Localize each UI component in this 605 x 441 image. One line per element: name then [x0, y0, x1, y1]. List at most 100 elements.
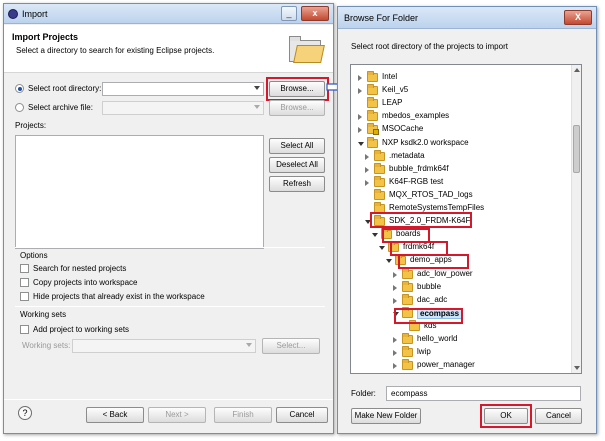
add-working-set-checkbox[interactable] — [20, 325, 29, 334]
folder-icon — [402, 267, 413, 279]
folder-input[interactable]: ecompass — [386, 386, 581, 401]
expanded-triangle-icon[interactable] — [379, 246, 385, 251]
header-description: Select a directory to search for existin… — [16, 46, 215, 55]
tree-item[interactable]: Keil_v5 — [351, 84, 571, 97]
import-titlebar[interactable]: Import _ x — [4, 4, 333, 24]
tree-item[interactable]: hello_world — [351, 333, 571, 346]
tree-item[interactable]: .metadata — [351, 149, 571, 163]
tree-item[interactable]: K64F-RGB test — [351, 175, 571, 189]
folder-input-value: ecompass — [391, 389, 428, 398]
next-button[interactable]: Next > — [148, 407, 206, 423]
browse-description: Select root directory of the projects to… — [351, 42, 508, 51]
collapsed-triangle-icon[interactable] — [393, 271, 397, 278]
import-title: Import — [22, 9, 48, 19]
copy-projects-checkbox[interactable] — [20, 278, 29, 287]
expanded-triangle-icon[interactable] — [386, 259, 392, 264]
root-directory-radio[interactable] — [15, 84, 24, 93]
tree-item[interactable]: MQX_RTOS_TAD_logs — [351, 188, 571, 202]
expanded-triangle-icon[interactable] — [358, 141, 364, 146]
cancel-button[interactable]: Cancel — [276, 407, 328, 423]
scrollbar-thumb[interactable] — [573, 125, 580, 173]
make-new-folder-button[interactable]: Make New Folder — [351, 408, 421, 424]
collapsed-triangle-icon[interactable] — [365, 179, 369, 186]
hide-projects-checkbox[interactable] — [20, 292, 29, 301]
tree-item[interactable]: adc_low_power — [351, 267, 571, 281]
working-sets-combo[interactable] — [72, 339, 256, 353]
tree-item[interactable]: dac_adc — [351, 293, 571, 307]
collapsed-triangle-icon[interactable] — [393, 297, 397, 304]
scroll-down-arrow[interactable] — [574, 366, 580, 370]
collapsed-triangle-icon[interactable] — [393, 363, 397, 370]
browse-cancel-button[interactable]: Cancel — [535, 408, 582, 424]
archive-file-radio[interactable] — [15, 103, 24, 112]
browse-close-button[interactable]: X — [564, 10, 592, 25]
tree-item[interactable]: frdmk64f — [351, 241, 571, 254]
nested-projects-checkbox[interactable] — [20, 264, 29, 273]
close-button[interactable]: x — [301, 6, 329, 21]
collapsed-triangle-icon[interactable] — [358, 75, 362, 81]
help-icon[interactable]: ? — [18, 406, 32, 420]
expanded-triangle-icon[interactable] — [372, 233, 378, 238]
tree-item-label: bubble — [417, 281, 442, 291]
import-dialog: Import _ x Import Projects Select a dire… — [3, 3, 334, 434]
tree-item[interactable]: NXP ksdk2.0 workspace — [351, 136, 571, 150]
collapsed-triangle-icon[interactable] — [358, 114, 362, 121]
options-separator — [15, 247, 325, 248]
collapsed-triangle-icon[interactable] — [393, 284, 397, 291]
tree-item[interactable]: MSOCache — [351, 123, 571, 136]
options-title: Options — [20, 251, 48, 260]
collapsed-triangle-icon[interactable] — [358, 88, 362, 95]
back-button[interactable]: < Back — [86, 407, 144, 423]
tree-item-label: dac_adc — [417, 294, 448, 304]
minimize-button[interactable]: _ — [281, 6, 297, 21]
browse-titlebar[interactable]: Browse For Folder X — [338, 7, 596, 29]
select-all-button[interactable]: Select All — [269, 138, 325, 154]
tree-item[interactable]: bubble_frdmk64f — [351, 162, 571, 176]
tree-item[interactable]: power_manager — [351, 359, 571, 372]
archive-file-label: Select archive file: — [28, 103, 93, 112]
collapsed-triangle-icon[interactable] — [393, 337, 397, 343]
folder-icon — [367, 84, 378, 96]
finish-button[interactable]: Finish — [214, 407, 272, 423]
folder-icon — [367, 110, 378, 122]
folder-wizard-icon — [287, 31, 325, 65]
archive-file-combo[interactable] — [102, 101, 264, 115]
ok-highlight-box — [480, 404, 532, 428]
tree-scrollbar[interactable] — [571, 65, 581, 373]
folder-icon — [374, 162, 385, 174]
folder-icon — [367, 97, 378, 109]
tree-item[interactable]: lwip — [351, 346, 571, 359]
browse-title: Browse For Folder — [344, 13, 419, 23]
tree-item-label: LEAP — [382, 98, 403, 108]
folder-icon — [374, 188, 385, 200]
folder-icon — [402, 293, 413, 305]
highlight-sdk — [370, 212, 472, 228]
scroll-up-arrow[interactable] — [574, 68, 580, 72]
select-working-set-button[interactable]: Select... — [262, 338, 320, 354]
tree-item[interactable]: bubble — [351, 280, 571, 294]
folder-icon — [402, 280, 413, 292]
tree-item-label: bubble_frdmk64f — [389, 163, 449, 173]
hide-projects-label: Hide projects that already exist in the … — [33, 292, 205, 301]
browse-close-label: X — [574, 12, 581, 22]
highlight-demo-apps — [398, 254, 469, 269]
folder-label: Folder: — [351, 389, 376, 398]
tree-item[interactable]: mbedos_examples — [351, 110, 571, 123]
root-directory-combo[interactable] — [102, 82, 264, 96]
collapsed-triangle-icon[interactable] — [365, 153, 369, 160]
help-label: ? — [22, 408, 28, 418]
folder-icon — [402, 333, 413, 344]
tree-item[interactable]: Intel — [351, 71, 571, 84]
tree-item-label: mbedos_examples — [382, 111, 450, 121]
projects-list[interactable] — [15, 135, 264, 249]
folder-icon — [367, 136, 378, 148]
collapsed-triangle-icon[interactable] — [365, 166, 369, 173]
deselect-all-button[interactable]: Deselect All — [269, 157, 325, 173]
collapsed-triangle-icon[interactable] — [358, 127, 362, 134]
nested-projects-label: Search for nested projects — [33, 264, 127, 273]
tree-item[interactable]: LEAP — [351, 97, 571, 110]
collapsed-triangle-icon[interactable] — [393, 350, 397, 357]
archive-browse-button[interactable]: Browse... — [269, 100, 325, 116]
refresh-button[interactable]: Refresh — [269, 176, 325, 192]
folder-icon — [402, 359, 413, 371]
